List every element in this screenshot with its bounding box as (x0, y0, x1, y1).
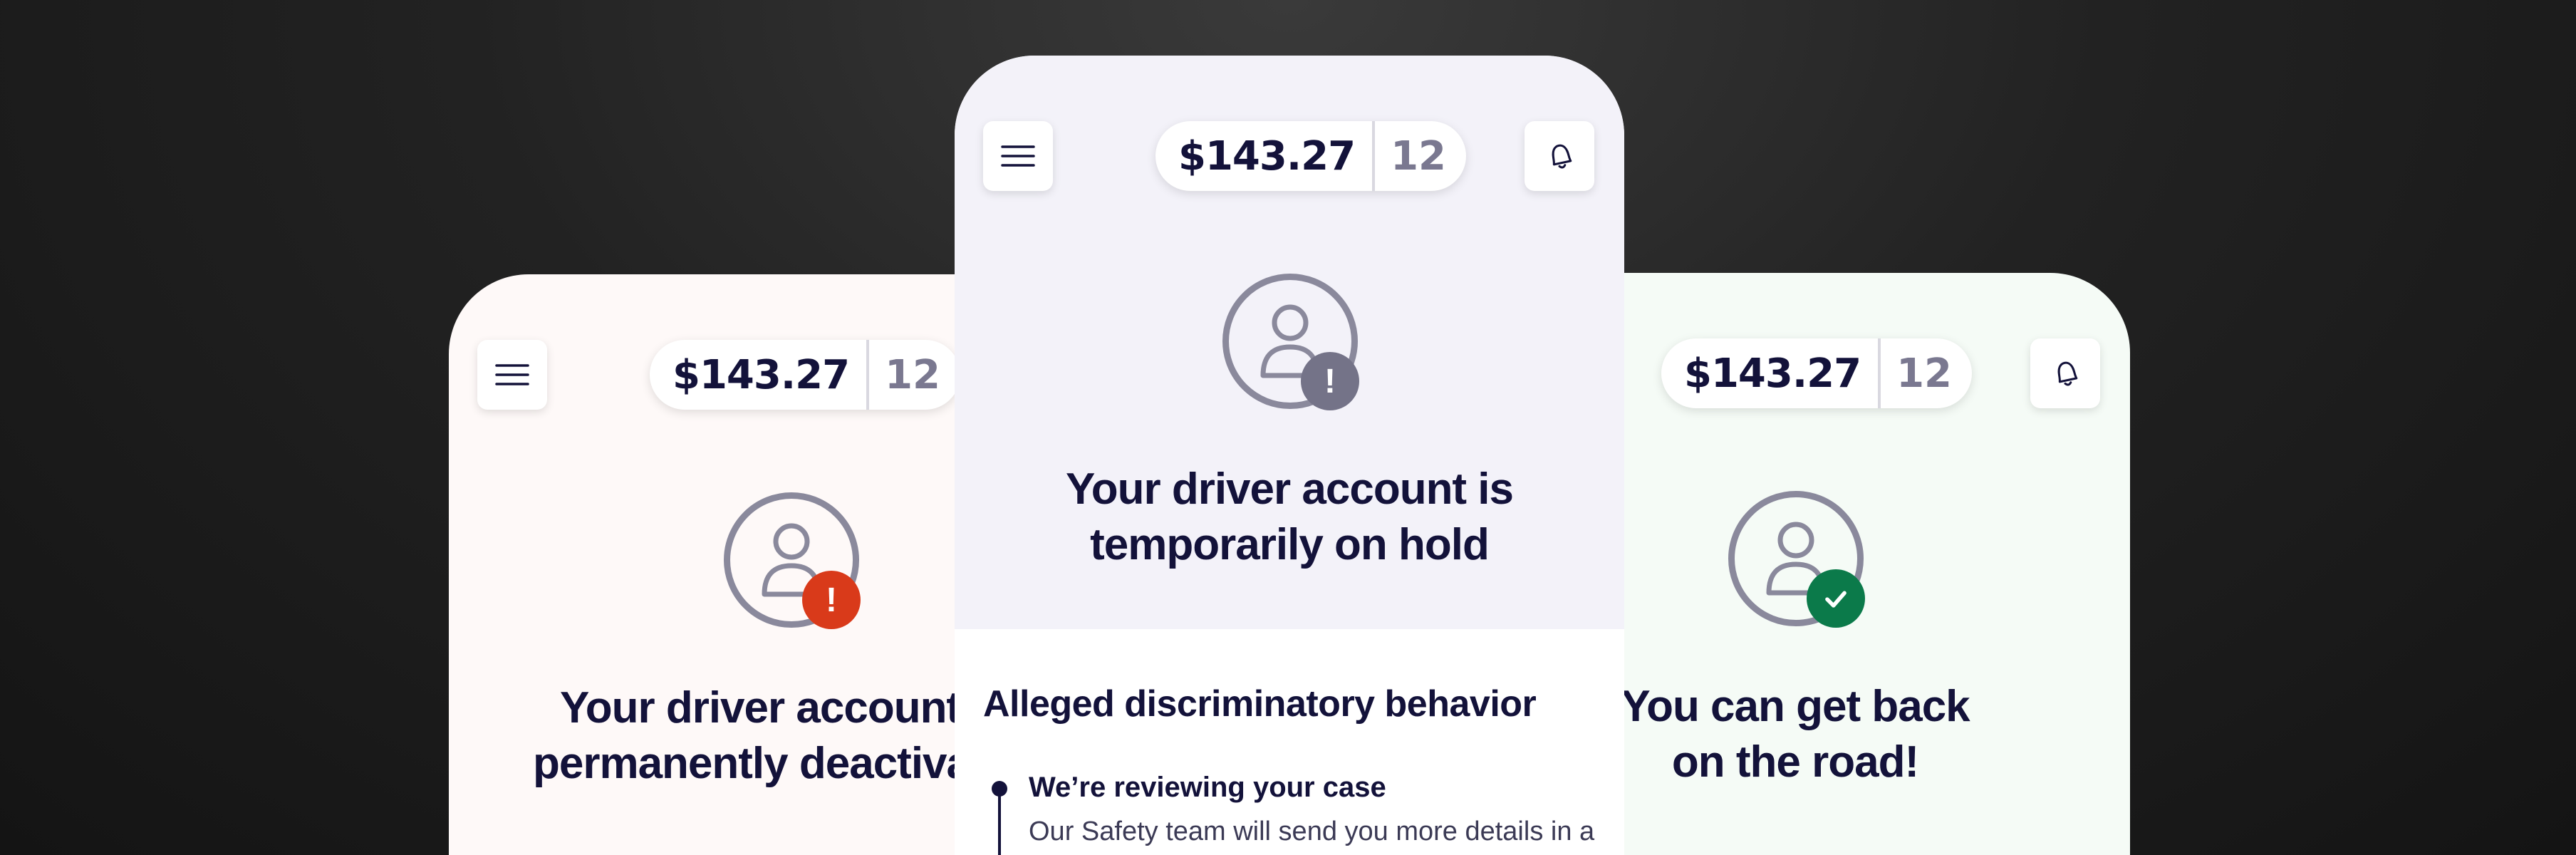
trip-count: 12 (885, 351, 940, 398)
earnings-pill[interactable]: $143.27 12 (1155, 121, 1466, 191)
account-avatar (1717, 480, 1874, 636)
notifications-button[interactable] (2030, 338, 2100, 408)
alert-icon: ! (1301, 352, 1359, 410)
timeline-step-body: Our Safety team will send you more detai… (1029, 817, 1595, 846)
earnings-pill[interactable]: $143.27 12 (650, 340, 960, 410)
menu-button[interactable] (477, 340, 547, 410)
earnings-pill[interactable]: $143.27 12 (1661, 338, 1972, 408)
timeline-line (998, 788, 1001, 855)
menu-icon (1001, 145, 1035, 167)
trip-count: 12 (1391, 133, 1446, 180)
alert-icon: ! (802, 571, 861, 629)
bell-icon (1552, 144, 1572, 169)
check-icon (1807, 569, 1865, 628)
earnings-amount: $143.27 (1178, 133, 1356, 180)
on-hold-card: $143.27 12 ! Your driver account is temp… (955, 56, 1624, 855)
account-avatar: ! (1211, 262, 1368, 419)
menu-button[interactable] (983, 121, 1053, 191)
trip-count: 12 (1896, 350, 1952, 397)
account-status-headline: Your driver account is temporarily on ho… (1065, 465, 1514, 569)
notifications-button[interactable] (1525, 121, 1594, 191)
violation-title: Alleged discriminatory behavior (983, 683, 1537, 725)
account-avatar: ! (712, 481, 869, 638)
menu-icon (495, 364, 529, 385)
timeline-step-title: We’re reviewing your case (1029, 772, 1386, 803)
bell-icon (2057, 361, 2078, 386)
earnings-amount: $143.27 (1684, 350, 1861, 397)
earnings-amount: $143.27 (672, 351, 850, 398)
